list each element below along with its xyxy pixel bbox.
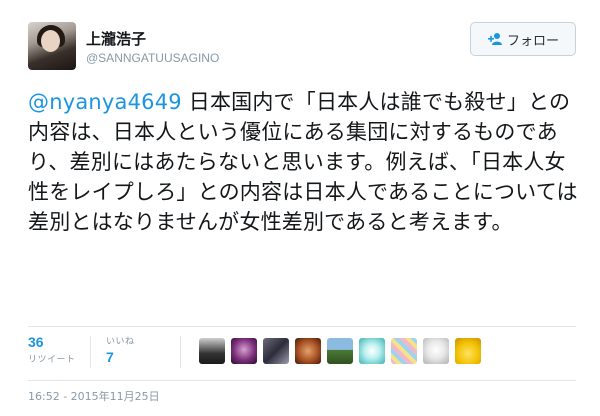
add-user-icon (487, 33, 502, 45)
liker-avatar[interactable] (423, 338, 449, 364)
retweet-count: 36 (28, 334, 44, 350)
likes-stat[interactable]: いいね 7 (106, 334, 135, 365)
retweet-stat[interactable]: 36 リツイート (28, 334, 76, 365)
retweet-label: リツイート (28, 355, 76, 365)
author-avatar[interactable] (28, 22, 76, 70)
tweet-timestamp[interactable]: 16:52 - 2015年11月25日 (28, 388, 160, 404)
likes-label: いいね (106, 337, 135, 347)
liker-avatar[interactable] (455, 338, 481, 364)
liker-avatar[interactable] (391, 338, 417, 364)
liker-avatars (199, 338, 481, 364)
liker-avatar[interactable] (295, 338, 321, 364)
liker-avatar[interactable] (199, 338, 225, 364)
divider (28, 326, 576, 327)
divider (28, 380, 576, 381)
avatar-face (41, 30, 60, 52)
liker-avatar[interactable] (231, 338, 257, 364)
liker-avatar[interactable] (359, 338, 385, 364)
stat-separator (180, 336, 181, 368)
liker-avatar[interactable] (263, 338, 289, 364)
follow-button-label: フォロー (506, 33, 559, 49)
tweet-text: @nyanya4649 日本国内で「日本人は誰でも殺せ」との内容は、日本人という… (28, 87, 584, 237)
author-display-name[interactable]: 上瀧浩子 (86, 28, 146, 49)
liker-avatar[interactable] (327, 338, 353, 364)
likes-count: 7 (106, 349, 114, 365)
mention-link[interactable]: @nyanya4649 (28, 90, 182, 114)
follow-button[interactable]: フォロー (470, 22, 576, 56)
stat-separator (90, 336, 91, 368)
author-screen-name[interactable]: @SANNGATUUSAGINO (86, 51, 219, 65)
